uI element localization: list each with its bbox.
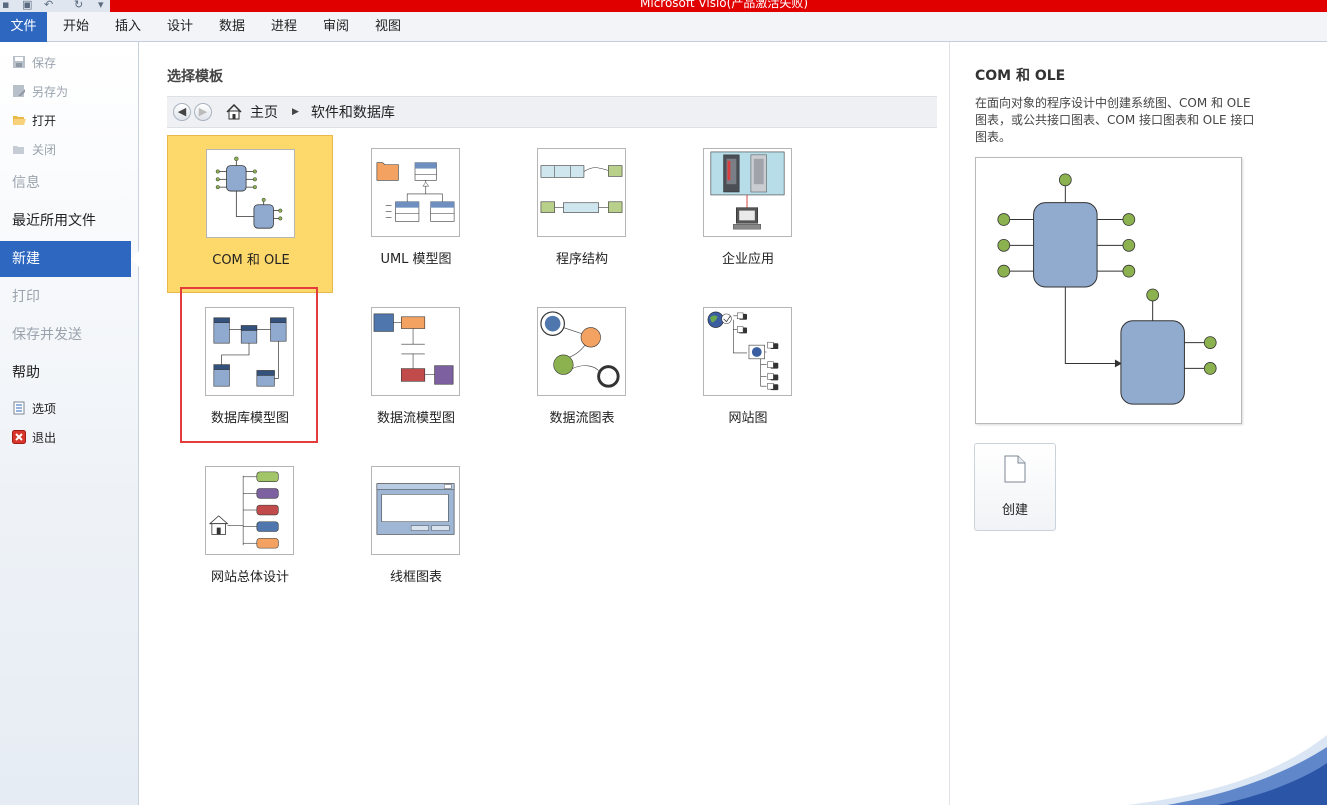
website-design-thumbnail (205, 466, 294, 555)
template-data-flow-model[interactable]: 数据流模型图 (333, 294, 499, 452)
visio-app-icon: ▪ (2, 0, 10, 11)
save-as-icon (13, 85, 25, 97)
detail-title: COM 和 OLE (975, 68, 1066, 84)
template-label: 线框图表 (389, 570, 442, 585)
template-website-map[interactable]: 网站图 (665, 294, 831, 452)
template-com-ole[interactable]: COM 和 OLE (167, 135, 333, 293)
template-label: 程序结构 (555, 252, 608, 267)
website-map-thumbnail (703, 307, 792, 396)
window-title: Microsoft Visio(产品激活失败) (640, 0, 808, 10)
template-label: 网站总体设计 (210, 570, 289, 585)
template-label: 网站图 (728, 411, 768, 426)
back-icon[interactable]: ◀ (173, 103, 191, 121)
template-label: UML 模型图 (380, 252, 452, 267)
template-label: 数据流模型图 (376, 411, 455, 426)
tab-insert[interactable]: 插入 (107, 12, 149, 42)
section-title: 选择模板 (167, 69, 223, 85)
template-label: COM 和 OLE (212, 253, 290, 268)
tab-process[interactable]: 进程 (263, 12, 305, 42)
exit-icon (12, 430, 26, 444)
template-uml[interactable]: UML 模型图 (333, 135, 499, 293)
decorative-swoosh (1127, 735, 1327, 805)
nav-help[interactable]: 帮助 (0, 355, 139, 391)
ribbon-tabs: 文件 开始 插入 设计 数据 进程 审阅 视图 (0, 12, 1327, 42)
redo-icon[interactable]: ↻ (74, 0, 83, 11)
tab-file[interactable]: 文件 (0, 12, 47, 42)
template-label: 企业应用 (721, 252, 774, 267)
home-icon[interactable] (226, 104, 242, 120)
uml-thumbnail (371, 148, 460, 237)
detail-description: 在面向对象的程序设计中创建系统图、COM 和 OLE 图表，或公共接口图表、CO… (975, 96, 1255, 144)
nav-recent[interactable]: 最近所用文件 (0, 203, 139, 239)
breadcrumb-home[interactable]: 主页 (250, 102, 278, 122)
create-button[interactable]: 创建 (974, 443, 1056, 531)
data-flow-chart-thumbnail (537, 307, 626, 396)
program-structure-thumbnail (537, 148, 626, 237)
nav-close[interactable]: 关闭 (12, 138, 56, 160)
quick-access-toolbar: ▪ ▣ ↶ ↻ ▾ (0, 0, 110, 12)
template-enterprise-app[interactable]: 企业应用 (665, 135, 831, 293)
breadcrumb-separator-icon: ▶ (292, 107, 299, 117)
breadcrumb: ◀ ▶ 主页 ▶ 软件和数据库 (167, 96, 937, 128)
wireframe-thumbnail (371, 466, 460, 555)
nav-save[interactable]: 保存 (12, 51, 56, 73)
tab-design[interactable]: 设计 (159, 12, 201, 42)
create-button-label: 创建 (1001, 503, 1028, 518)
forward-icon[interactable]: ▶ (194, 103, 212, 121)
backstage-nav: 保存 另存为 打开 关闭 信息 最近所用文件 新建 打印 保存并发送 帮助 选项… (0, 42, 139, 805)
breadcrumb-current: 软件和数据库 (310, 105, 395, 121)
options-icon (13, 401, 25, 415)
selected-notch (131, 251, 139, 267)
nav-open[interactable]: 打开 (12, 109, 56, 131)
save-icon[interactable]: ▣ (22, 0, 32, 11)
nav-save-as[interactable]: 另存为 (12, 80, 68, 102)
title-bar: ▪ ▣ ↶ ↻ ▾ Microsoft Visio(产品激活失败) (0, 0, 1327, 12)
tab-review[interactable]: 审阅 (315, 12, 357, 42)
save-icon (13, 56, 25, 68)
nav-options[interactable]: 选项 (12, 397, 56, 419)
template-wireframe[interactable]: 线框图表 (333, 453, 499, 611)
template-program-structure[interactable]: 程序结构 (499, 135, 665, 293)
pane-divider (949, 42, 950, 805)
tab-home[interactable]: 开始 (55, 12, 97, 42)
tab-view[interactable]: 视图 (367, 12, 409, 42)
new-document-icon (1004, 455, 1026, 483)
nav-info[interactable]: 信息 (0, 165, 139, 201)
nav-new[interactable]: 新建 (0, 241, 139, 277)
open-folder-icon (13, 116, 26, 125)
nav-exit[interactable]: 退出 (12, 426, 56, 448)
template-data-flow-chart[interactable]: 数据流图表 (499, 294, 665, 452)
template-preview (975, 157, 1242, 424)
customize-qat-icon[interactable]: ▾ (98, 0, 104, 11)
nav-save-send[interactable]: 保存并发送 (0, 317, 139, 353)
highlight-box (180, 287, 318, 443)
template-label: 数据流图表 (549, 411, 615, 426)
com-ole-thumbnail (206, 149, 295, 238)
undo-icon[interactable]: ↶ (44, 0, 53, 11)
tab-data[interactable]: 数据 (211, 12, 253, 42)
template-website-design[interactable]: 网站总体设计 (167, 453, 333, 611)
close-file-icon (13, 146, 24, 154)
nav-print[interactable]: 打印 (0, 279, 139, 315)
data-flow-model-thumbnail (371, 307, 460, 396)
enterprise-app-thumbnail (703, 148, 792, 237)
